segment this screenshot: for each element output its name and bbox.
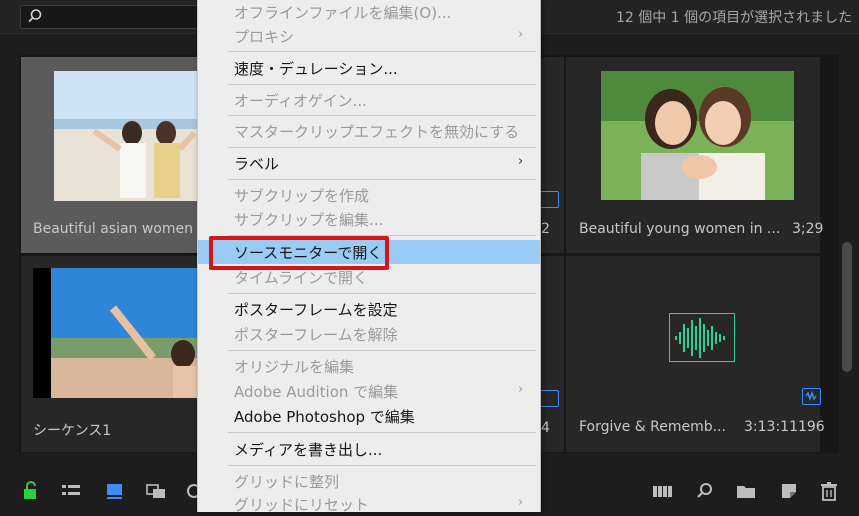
- menu-item-set-poster-frame[interactable]: ポスターフレームを設定: [198, 297, 540, 321]
- menu-item-export-media[interactable]: メディアを書き出し...: [198, 437, 540, 461]
- new-item-icon[interactable]: [778, 480, 800, 502]
- new-bin-icon[interactable]: [735, 480, 757, 502]
- clip-caption: Beautiful young women in ...: [579, 221, 781, 237]
- clip-tile-hidden[interactable]: 4: [539, 256, 564, 452]
- clip-thumbnail: [54, 71, 201, 201]
- audio-waveform-icon: [669, 313, 735, 362]
- clip-tile-hidden[interactable]: 2: [539, 57, 564, 253]
- find-icon[interactable]: [694, 480, 716, 502]
- menu-separator: [228, 293, 536, 294]
- menu-separator: [228, 147, 536, 148]
- menu-item-audio-gain[interactable]: オーディオゲイン...: [198, 88, 540, 112]
- menu-item-proxy[interactable]: プロキシ ›: [198, 24, 540, 48]
- menu-item-align-to-grid[interactable]: グリッドに整列: [198, 469, 540, 493]
- menu-separator: [228, 432, 536, 433]
- video-badge-icon: [540, 191, 559, 208]
- menu-item-edit-in-audition[interactable]: Adobe Audition で編集 ›: [198, 379, 540, 403]
- clip-tile-sequence1[interactable]: シーケンス1: [21, 256, 201, 452]
- clip-thumbnail: [601, 71, 794, 200]
- menu-item-edit-in-photoshop[interactable]: Adobe Photoshop で編集: [198, 404, 540, 428]
- clip-tile-beautiful-asian-women[interactable]: Beautiful asian women: [21, 57, 201, 253]
- clip-tile-beautiful-young-women[interactable]: Beautiful young women in ... 3;29: [566, 57, 824, 253]
- menu-item-edit-original[interactable]: オリジナルを編集: [198, 354, 540, 378]
- clip-tile-forgive-remember[interactable]: Forgive & Rememb... 3:13:11196: [566, 256, 825, 452]
- menu-separator: [228, 179, 536, 180]
- menu-separator: [228, 84, 536, 85]
- callout-highlight-box: [209, 236, 389, 270]
- icon-view-icon[interactable]: [104, 480, 126, 502]
- magnifier-icon: [28, 9, 42, 23]
- selection-status: 12 個中 1 個の項目が選択されました: [616, 10, 853, 26]
- chevron-right-icon: ›: [518, 495, 524, 510]
- audio-badge-icon: [802, 388, 821, 405]
- chevron-right-icon: ›: [518, 27, 524, 42]
- list-view-icon[interactable]: [60, 480, 82, 502]
- clip-duration: 2: [541, 221, 550, 237]
- menu-item-clear-poster-frame[interactable]: ポスターフレームを解除: [198, 322, 540, 346]
- menu-item-speed-duration[interactable]: 速度・デュレーション...: [198, 56, 540, 80]
- vertical-scrollbar[interactable]: [842, 242, 852, 372]
- menu-item-reset-to-grid[interactable]: グリッドにリセット ›: [198, 492, 540, 516]
- menu-separator: [228, 350, 536, 351]
- menu-separator: [228, 51, 536, 52]
- search-input[interactable]: [20, 5, 212, 29]
- menu-separator: [228, 115, 536, 116]
- chevron-right-icon: ›: [518, 382, 524, 397]
- clip-duration: 4: [541, 420, 550, 436]
- menu-separator: [228, 465, 536, 466]
- automate-to-sequence-icon[interactable]: [652, 480, 674, 502]
- menu-item-disable-master-effects[interactable]: マスタークリップエフェクトを無効にする: [198, 119, 540, 143]
- video-badge-icon: [540, 390, 559, 407]
- clip-caption: Forgive & Rememb...: [579, 419, 726, 435]
- chevron-right-icon: ›: [518, 154, 524, 169]
- menu-item-edit-subclip[interactable]: サブクリップを編集...: [198, 207, 540, 231]
- clip-caption: Beautiful asian women: [33, 221, 193, 237]
- freeform-view-icon[interactable]: [145, 480, 167, 502]
- menu-item-make-subclip[interactable]: サブクリップを作成: [198, 183, 540, 207]
- clip-duration: 3:13:11196: [744, 419, 825, 435]
- trash-icon[interactable]: [818, 480, 840, 502]
- clip-thumbnail: [33, 268, 201, 398]
- clip-duration: 3;29: [792, 221, 824, 237]
- menu-item-edit-offline[interactable]: オフラインファイルを編集(O)...: [198, 0, 540, 24]
- clip-caption: シーケンス1: [33, 423, 112, 439]
- lock-icon[interactable]: [20, 480, 42, 502]
- menu-item-label[interactable]: ラベル ›: [198, 151, 540, 175]
